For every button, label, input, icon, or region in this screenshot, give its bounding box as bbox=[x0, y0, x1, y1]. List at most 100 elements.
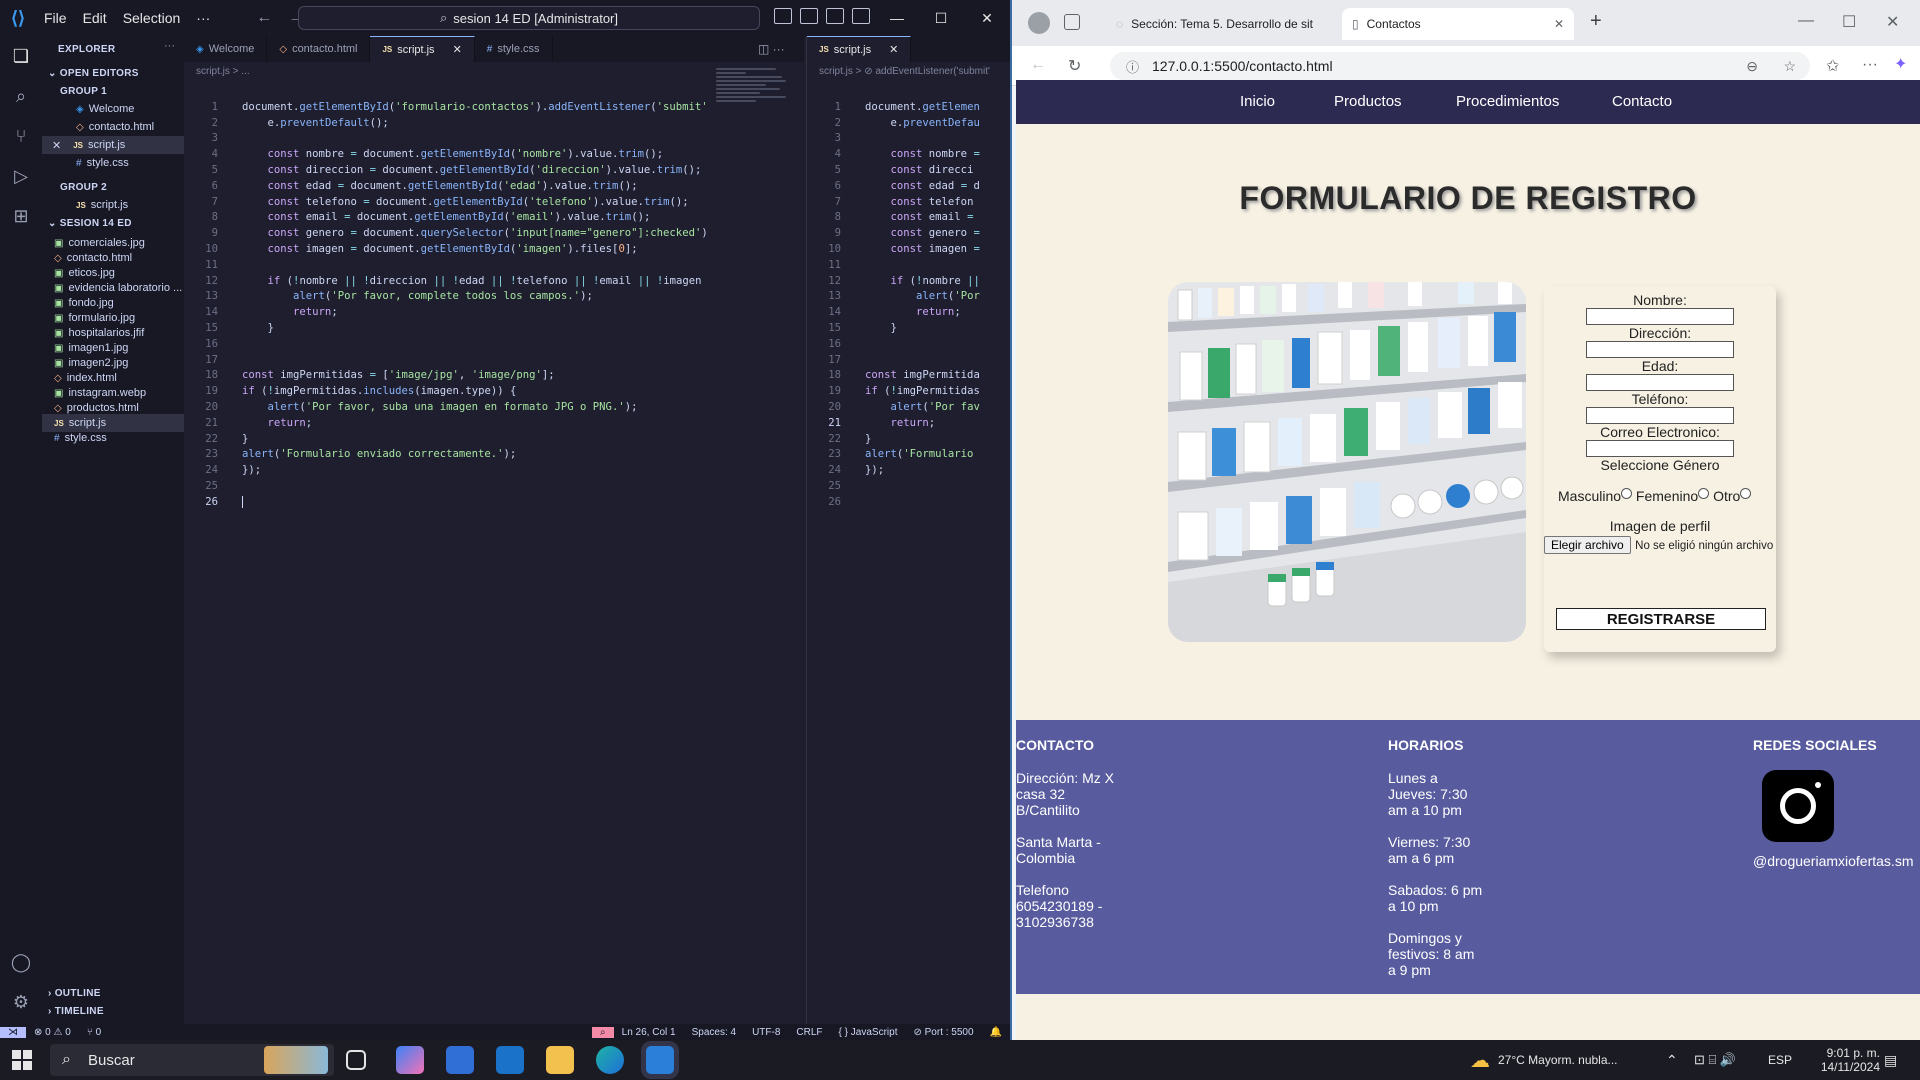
notification-center-icon[interactable]: ▤ bbox=[1884, 1040, 1897, 1080]
account-icon[interactable]: ◯ bbox=[9, 950, 33, 974]
folder-header[interactable]: ⌄ SESION 14 ED bbox=[48, 218, 132, 229]
language-status[interactable]: { } JavaScript bbox=[831, 1027, 906, 1038]
command-center-search[interactable]: ⌕ sesion 14 ED [Administrator] bbox=[298, 6, 760, 30]
open-editor-welcome[interactable]: ◈ Welcome bbox=[42, 100, 184, 118]
address-bar[interactable]: ⓘ 127.0.0.1:5500/contacto.html ⊖ ☆ bbox=[1110, 52, 1810, 80]
tab-script[interactable]: JS script.js ✕ bbox=[370, 36, 475, 62]
menu-file[interactable]: File bbox=[36, 10, 75, 26]
close-icon[interactable]: ✕ bbox=[453, 43, 462, 56]
encoding-status[interactable]: UTF-8 bbox=[744, 1027, 788, 1038]
tab-welcome[interactable]: ◈ Welcome bbox=[184, 36, 268, 62]
split-editor-icon[interactable]: ◫ ··· bbox=[758, 42, 785, 56]
zoom-icon[interactable]: ⌕ bbox=[592, 1026, 614, 1038]
close-window-icon[interactable]: ✕ bbox=[1886, 12, 1899, 32]
menu-selection[interactable]: Selection bbox=[115, 10, 189, 26]
nav-productos[interactable]: Productos bbox=[1334, 93, 1402, 110]
radio-femenino[interactable] bbox=[1698, 488, 1710, 499]
radio-otro[interactable] bbox=[1740, 488, 1752, 499]
minimize-icon[interactable]: — bbox=[874, 0, 920, 36]
timeline-header[interactable]: › TIMELINE bbox=[48, 1006, 104, 1017]
outline-header[interactable]: › OUTLINE bbox=[48, 988, 101, 999]
input-edad[interactable] bbox=[1586, 374, 1734, 391]
input-email[interactable] bbox=[1586, 440, 1734, 457]
taskbar-search[interactable]: ⌕ Buscar bbox=[50, 1044, 334, 1076]
tab-script-group2[interactable]: JS script.js ✕ bbox=[807, 36, 912, 62]
indentation-status[interactable]: Spaces: 4 bbox=[684, 1027, 744, 1038]
maximize-icon[interactable]: ☐ bbox=[918, 0, 964, 36]
favorite-star-icon[interactable]: ☆ bbox=[1783, 58, 1796, 75]
code-editor[interactable]: 1 document.getElementById('formulario-con… bbox=[184, 84, 708, 511]
toggle-panel-icon[interactable] bbox=[800, 8, 818, 24]
remote-icon[interactable]: ⋊ bbox=[0, 1026, 26, 1038]
notifications-icon[interactable]: 🔔 bbox=[982, 1027, 1010, 1038]
open-editors-header[interactable]: ⌄ OPEN EDITORS bbox=[48, 68, 139, 79]
close-icon[interactable]: ✕ bbox=[889, 43, 898, 56]
run-debug-icon[interactable]: ▷ bbox=[9, 164, 33, 188]
outlook-icon[interactable] bbox=[496, 1046, 524, 1074]
input-direccion[interactable] bbox=[1586, 341, 1734, 358]
minimize-icon[interactable]: — bbox=[1798, 12, 1814, 30]
open-editor-style[interactable]: # style.css bbox=[42, 154, 184, 172]
problems-status[interactable]: ⊗ 0 ⚠ 0 bbox=[26, 1027, 79, 1038]
file-explorer-icon[interactable] bbox=[546, 1046, 574, 1074]
extensions-icon[interactable]: ⊞ bbox=[9, 204, 33, 228]
reload-icon[interactable]: ↻ bbox=[1068, 56, 1081, 76]
instagram-icon[interactable] bbox=[1762, 770, 1834, 842]
tray-icons[interactable]: ⊡ ⌸ 🔊 bbox=[1694, 1040, 1736, 1080]
maximize-icon[interactable]: ☐ bbox=[1842, 12, 1856, 32]
toggle-secondary-sidebar-icon[interactable] bbox=[826, 8, 844, 24]
toggle-sidebar-icon[interactable] bbox=[774, 8, 792, 24]
vscode-taskbar-icon[interactable] bbox=[646, 1046, 674, 1074]
open-editor-script-group2[interactable]: JS script.js bbox=[42, 196, 184, 214]
open-editor-contacto[interactable]: ◇ contacto.html bbox=[42, 118, 184, 136]
radio-masculino[interactable] bbox=[1621, 488, 1633, 499]
cursor-position[interactable]: Ln 26, Col 1 bbox=[614, 1027, 684, 1038]
nav-procedimientos[interactable]: Procedimientos bbox=[1456, 93, 1559, 110]
instagram-handle[interactable]: @drogueriamxiofertas.sm bbox=[1753, 853, 1914, 869]
close-icon[interactable]: ✕ bbox=[52, 139, 61, 152]
file-tree-item[interactable]: # style.css bbox=[42, 429, 184, 447]
live-server-status[interactable]: ⊘ Port : 5500 bbox=[905, 1027, 981, 1038]
close-icon[interactable]: ✕ bbox=[964, 0, 1010, 36]
open-editor-script[interactable]: ✕ JS script.js bbox=[42, 136, 184, 154]
tab-style[interactable]: # style.css bbox=[475, 36, 553, 62]
favorites-icon[interactable]: ✩ bbox=[1826, 56, 1839, 76]
input-nombre[interactable] bbox=[1586, 308, 1734, 325]
windows-start-icon[interactable] bbox=[12, 1050, 32, 1070]
tab-contacto[interactable]: ◇ contacto.html bbox=[267, 36, 371, 62]
browser-tab-seccion[interactable]: ◌ Sección: Tema 5. Desarrollo de sit bbox=[1106, 8, 1338, 40]
copilot-icon[interactable]: ✦ bbox=[1894, 54, 1907, 74]
tab-actions-icon[interactable] bbox=[1064, 14, 1080, 30]
menu-edit[interactable]: Edit bbox=[75, 10, 115, 26]
eol-status[interactable]: CRLF bbox=[788, 1027, 830, 1038]
zoom-out-icon[interactable]: ⊖ bbox=[1746, 58, 1758, 75]
nav-contacto[interactable]: Contacto bbox=[1612, 93, 1672, 110]
browser-tab-contactos[interactable]: ▯ Contactos ✕ bbox=[1342, 8, 1574, 40]
more-icon[interactable]: ··· bbox=[1862, 56, 1878, 74]
source-control-icon[interactable]: ⑂ bbox=[9, 124, 33, 148]
ports-status[interactable]: ⑂ 0 bbox=[79, 1027, 109, 1038]
customize-layout-icon[interactable] bbox=[852, 8, 870, 24]
tray-chevron-icon[interactable]: ⌃ bbox=[1666, 1040, 1678, 1080]
new-tab-icon[interactable]: + bbox=[1590, 10, 1602, 33]
profile-avatar[interactable] bbox=[1028, 12, 1050, 34]
back-arrow-icon[interactable]: ← bbox=[1030, 56, 1046, 74]
language-indicator[interactable]: ESP bbox=[1768, 1040, 1792, 1080]
choose-file-button[interactable]: Elegir archivo bbox=[1544, 536, 1631, 554]
explorer-more-icon[interactable]: ··· bbox=[164, 40, 175, 52]
code-editor-group2[interactable]: 1 document.getElemen 2 e.preventDefau 3 4… bbox=[807, 84, 980, 511]
weather-widget[interactable]: ☁ 27°C Mayorm. nubla... bbox=[1470, 1040, 1618, 1080]
close-icon[interactable]: ✕ bbox=[1554, 17, 1564, 31]
store-icon[interactable] bbox=[446, 1046, 474, 1074]
minimap[interactable] bbox=[716, 66, 790, 126]
input-telefono[interactable] bbox=[1586, 407, 1734, 424]
search-icon[interactable]: ⌕ bbox=[9, 84, 33, 108]
settings-gear-icon[interactable]: ⚙ bbox=[9, 990, 33, 1014]
edge-icon[interactable] bbox=[596, 1046, 624, 1074]
info-icon[interactable]: ⓘ bbox=[1126, 57, 1139, 76]
clock[interactable]: 9:01 p. m. 14/11/2024 bbox=[1808, 1040, 1880, 1080]
explorer-icon[interactable]: ❏ bbox=[9, 44, 33, 68]
copilot-taskbar-icon[interactable] bbox=[396, 1046, 424, 1074]
menu-more[interactable]: ··· bbox=[188, 10, 218, 26]
back-arrow-icon[interactable]: ← bbox=[248, 9, 280, 27]
